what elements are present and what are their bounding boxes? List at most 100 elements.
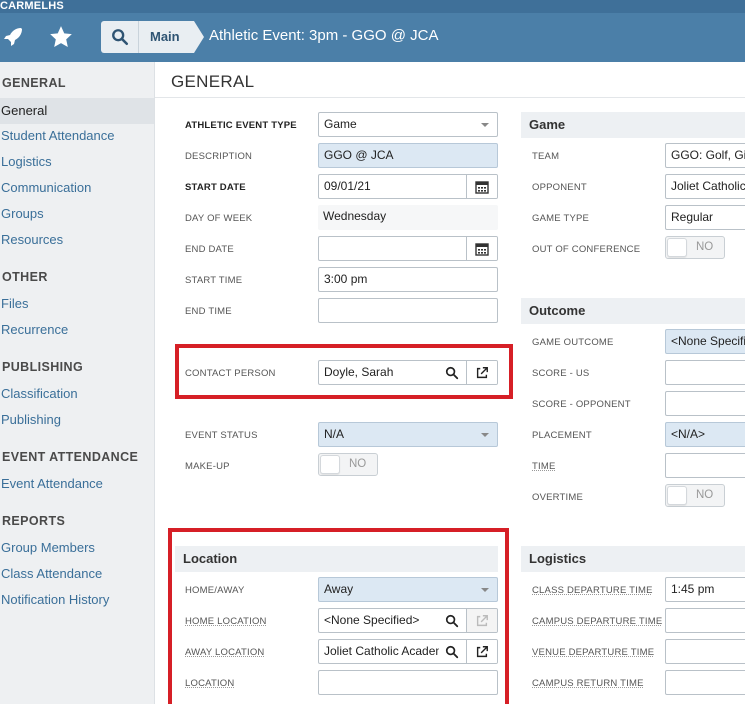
start-time-label: START TIME	[185, 275, 243, 286]
game-outcome-label: GAME OUTCOME	[532, 337, 614, 348]
location-label[interactable]: LOCATION	[185, 678, 234, 689]
sidebar-item-classification[interactable]: Classification	[1, 386, 78, 401]
calendar-icon[interactable]	[466, 237, 497, 260]
make-up-label: MAKE-UP	[185, 461, 230, 472]
start-date-value: 09/01/21	[324, 179, 371, 193]
external-link-icon	[466, 609, 497, 632]
class-departure-time-label[interactable]: CLASS DEPARTURE TIME	[532, 585, 653, 596]
score-us-label: SCORE - US	[532, 368, 590, 379]
external-link-icon[interactable]	[466, 361, 497, 384]
start-time-input[interactable]: 3:00 pm	[318, 267, 498, 292]
sidebar-item-publishing[interactable]: Publishing	[1, 412, 61, 427]
out-of-conference-label: OUT OF CONFERENCE	[532, 244, 641, 255]
section-title: GENERAL	[171, 72, 255, 91]
external-link-icon[interactable]	[466, 640, 497, 663]
day-of-week-label: DAY OF WEEK	[185, 213, 253, 224]
athletic-event-type-select[interactable]: Game	[318, 112, 498, 137]
overtime-label: OVERTIME	[532, 492, 584, 503]
event-status-select[interactable]: N/A	[318, 422, 498, 447]
game-type-select[interactable]: Regular	[665, 205, 745, 230]
end-date-input[interactable]	[318, 236, 498, 261]
score-opponent-input[interactable]	[665, 391, 745, 416]
score-us-input[interactable]	[665, 360, 745, 385]
class-departure-time-input[interactable]: 1:45 pm	[665, 577, 745, 602]
location-panel-title: Location	[175, 546, 498, 572]
logistics-panel-title: Logistics	[521, 546, 745, 572]
end-time-input[interactable]	[318, 298, 498, 323]
make-up-toggle-text: NO	[349, 458, 367, 470]
sidebar-section-reports: REPORTS	[2, 514, 66, 528]
toggle-knob	[667, 238, 687, 257]
opponent-input[interactable]: Joliet Catholic	[665, 174, 745, 199]
out-of-conference-toggle[interactable]: NO	[665, 236, 725, 259]
home-location-input[interactable]: <None Specified>	[318, 608, 498, 633]
sidebar-item-notification-history[interactable]: Notification History	[1, 592, 109, 607]
home-away-label: HOME/AWAY	[185, 585, 245, 596]
star-icon[interactable]	[48, 24, 74, 50]
end-time-label: END TIME	[185, 306, 232, 317]
athletic-event-type-value: Game	[324, 117, 357, 131]
contact-person-label: CONTACT PERSON	[185, 368, 276, 379]
calendar-icon[interactable]	[466, 175, 497, 198]
event-status-value: N/A	[324, 427, 345, 441]
search-icon[interactable]	[439, 361, 465, 384]
overtime-toggle-text: NO	[696, 489, 714, 501]
breadcrumb-main[interactable]: Main	[138, 21, 194, 53]
campus-return-time-input[interactable]	[665, 670, 745, 695]
team-input[interactable]: GGO: Golf, Girls	[665, 143, 745, 168]
description-label: DESCRIPTION	[185, 151, 253, 162]
sidebar-item-event-attendance[interactable]: Event Attendance	[1, 476, 103, 491]
game-type-label: GAME TYPE	[532, 213, 590, 224]
sidebar-item-general[interactable]: General	[0, 98, 154, 124]
outcome-panel-title: Outcome	[521, 298, 745, 324]
chevron-down-icon	[481, 588, 489, 592]
sidebar-section-general: GENERAL	[2, 76, 66, 90]
start-date-input[interactable]: 09/01/21	[318, 174, 498, 199]
away-location-value: Joliet Catholic Academy	[324, 644, 452, 658]
home-away-value: Away	[324, 582, 354, 596]
campus-departure-time-label[interactable]: CAMPUS DEPARTURE TIME	[532, 616, 662, 627]
breadcrumb-search-button[interactable]	[101, 21, 138, 53]
home-location-label[interactable]: HOME LOCATION	[185, 616, 267, 627]
away-location-label[interactable]: AWAY LOCATION	[185, 647, 265, 658]
out-of-conference-toggle-text: NO	[696, 241, 714, 253]
sidebar-item-groups[interactable]: Groups	[1, 206, 44, 221]
divider	[155, 97, 745, 98]
chevron-down-icon	[481, 123, 489, 127]
time-input[interactable]	[665, 453, 745, 478]
contact-person-input[interactable]: Doyle, Sarah	[318, 360, 498, 385]
start-date-label: START DATE	[185, 182, 246, 193]
placement-label: PLACEMENT	[532, 430, 592, 441]
sidebar-item-recurrence[interactable]: Recurrence	[1, 322, 68, 337]
toggle-knob	[667, 486, 687, 505]
sidebar-section-publishing: PUBLISHING	[2, 360, 84, 374]
description-input[interactable]: GGO @ JCA	[318, 143, 498, 168]
sidebar-item-communication[interactable]: Communication	[1, 180, 91, 195]
sidebar-item-logistics[interactable]: Logistics	[1, 154, 52, 169]
overtime-toggle[interactable]: NO	[665, 484, 725, 507]
search-icon[interactable]	[439, 609, 465, 632]
sidebar-item-group-members[interactable]: Group Members	[1, 540, 95, 555]
time-label[interactable]: TIME	[532, 461, 556, 472]
top-bar: CARMELHS Main Athletic Event: 3pm - GGO …	[0, 0, 745, 62]
contact-person-value: Doyle, Sarah	[324, 365, 394, 379]
game-outcome-select[interactable]: <None Specified>	[665, 329, 745, 354]
sidebar-item-student-attendance[interactable]: Student Attendance	[1, 128, 114, 143]
home-away-select[interactable]: Away	[318, 577, 498, 602]
campus-departure-time-input[interactable]	[665, 608, 745, 633]
campus-return-time-label[interactable]: CAMPUS RETURN TIME	[532, 678, 644, 689]
sidebar-item-resources[interactable]: Resources	[1, 232, 63, 247]
placement-select[interactable]: <N/A>	[665, 422, 745, 447]
make-up-toggle[interactable]: NO	[318, 453, 378, 476]
sidebar-item-class-attendance[interactable]: Class Attendance	[1, 566, 102, 581]
rocket-icon[interactable]	[0, 24, 26, 50]
org-name: CARMELHS	[0, 0, 745, 13]
breadcrumb-arrow	[194, 21, 204, 53]
location-input[interactable]	[318, 670, 498, 695]
game-panel-title: Game	[521, 112, 745, 138]
away-location-input[interactable]: Joliet Catholic Academy	[318, 639, 498, 664]
sidebar-item-files[interactable]: Files	[1, 296, 28, 311]
venue-departure-time-input[interactable]	[665, 639, 745, 664]
search-icon[interactable]	[439, 640, 465, 663]
venue-departure-time-label[interactable]: VENUE DEPARTURE TIME	[532, 647, 654, 658]
